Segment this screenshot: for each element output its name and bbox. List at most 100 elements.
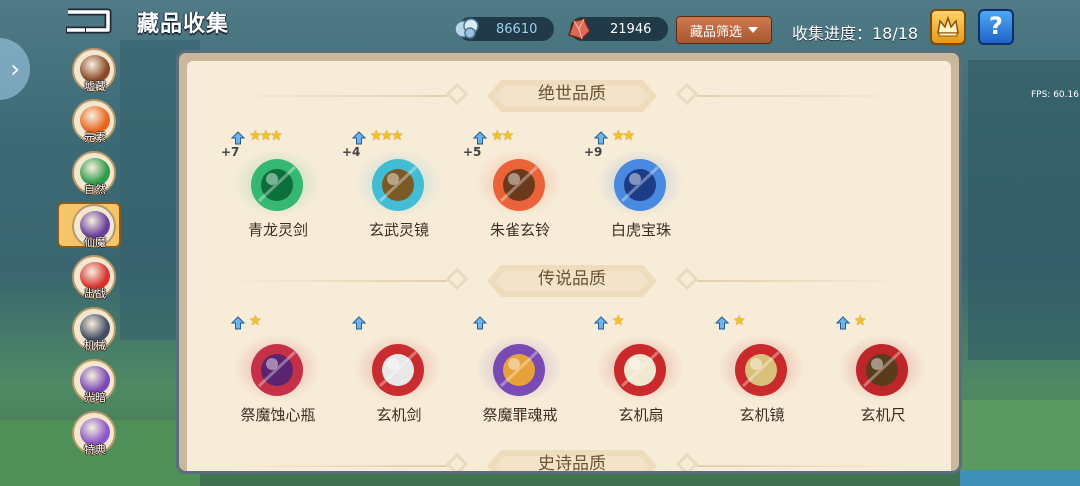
- chevron-down-icon: [748, 27, 758, 33]
- silver-ore-icon: [454, 18, 479, 39]
- star-rating: ★★★: [370, 128, 404, 144]
- crown-icon: [937, 15, 959, 37]
- section-divider: [227, 465, 447, 467]
- treasure-icon: [735, 344, 787, 396]
- category-label: 光暗: [84, 391, 106, 404]
- diamond-ornament: [445, 82, 469, 106]
- category-7[interactable]: 特典: [72, 411, 116, 456]
- diamond-ornament: [675, 267, 699, 291]
- upgrade-arrow-icon: [473, 316, 487, 330]
- treasure-icon: [493, 344, 545, 396]
- upgrade-arrow-icon: [231, 316, 245, 330]
- section-title: 绝世品质: [538, 84, 606, 104]
- collection-item[interactable]: ★ 玄机镜: [707, 313, 817, 426]
- collection-item[interactable]: +9 ★★ 白虎宝珠: [584, 128, 696, 241]
- collection-item[interactable]: 玄机剑: [344, 316, 454, 426]
- star-rating: ★★: [491, 128, 514, 144]
- side-expand-button[interactable]: ›: [0, 38, 30, 100]
- treasure-icon: [372, 344, 424, 396]
- section-divider: [697, 280, 907, 282]
- category-0[interactable]: 墟藏: [72, 48, 116, 93]
- section-header: 绝世品质: [187, 76, 951, 116]
- item-level: +4: [342, 145, 361, 159]
- item-level: +9: [584, 145, 603, 159]
- section-header: 史诗品质: [187, 446, 951, 471]
- collection-item[interactable]: +7 ★★★ 青龙灵剑: [221, 128, 333, 241]
- collection-item[interactable]: ★ 玄机扇: [586, 313, 696, 426]
- upgrade-arrow-icon: [352, 131, 366, 145]
- collection-item[interactable]: +4 ★★★ 玄武灵镜: [342, 128, 454, 241]
- filter-dropdown[interactable]: 藏品筛选: [676, 16, 772, 44]
- section-title: 传说品质: [538, 269, 606, 289]
- section-title: 史诗品质: [538, 454, 606, 471]
- currency-red-value: 21946: [610, 21, 652, 37]
- page-title: 藏品收集: [137, 12, 230, 37]
- collection-item[interactable]: 祭魔罪魂戒: [465, 316, 575, 426]
- category-label: 特典: [84, 443, 106, 456]
- star-rating: ★★★: [249, 128, 283, 144]
- diamond-ornament: [445, 452, 469, 471]
- collection-item[interactable]: +5 ★★ 朱雀玄铃: [463, 128, 575, 241]
- star-rating: ★: [612, 313, 624, 329]
- upgrade-arrow-icon: [231, 131, 245, 145]
- background-pillar: [968, 60, 1080, 360]
- section-divider: [697, 95, 907, 97]
- star-rating: ★: [249, 313, 261, 329]
- star-rating: ★: [733, 313, 745, 329]
- help-button[interactable]: ?: [978, 9, 1014, 45]
- upgrade-arrow-icon: [473, 131, 487, 145]
- collection-item[interactable]: ★ 玄机尺: [828, 313, 938, 426]
- section-divider: [227, 95, 447, 97]
- item-name: 白虎宝珠: [610, 221, 671, 239]
- chevron-right-icon: ›: [10, 55, 20, 83]
- star-rating: ★: [854, 313, 866, 329]
- treasure-icon: [614, 344, 666, 396]
- category-label: 仙魔: [84, 236, 106, 249]
- upgrade-arrow-icon: [352, 316, 366, 330]
- diamond-ornament: [675, 452, 699, 471]
- diamond-ornament: [445, 267, 469, 291]
- currency-red: 21946: [568, 17, 668, 41]
- category-1[interactable]: 元素: [72, 99, 116, 144]
- item-name: 玄机尺: [860, 406, 906, 424]
- section-divider: [227, 280, 447, 282]
- category-label: 机械: [84, 339, 106, 352]
- crown-button[interactable]: [930, 9, 966, 45]
- currency-blue-value: 86610: [496, 21, 538, 37]
- background-water: [960, 470, 1080, 486]
- treasure-icon: [251, 344, 303, 396]
- item-level: +7: [221, 145, 240, 159]
- collection-progress: 收集进度：18/18: [792, 24, 919, 43]
- treasure-icon: [251, 159, 303, 211]
- upgrade-arrow-icon: [715, 316, 729, 330]
- treasure-icon: [856, 344, 908, 396]
- section-divider: [697, 465, 907, 467]
- category-5[interactable]: 机械: [72, 307, 116, 352]
- filter-label: 藏品筛选: [689, 24, 742, 40]
- section-header: 传说品质: [187, 261, 951, 301]
- category-label: 出战: [84, 287, 106, 300]
- category-6[interactable]: 光暗: [72, 359, 116, 404]
- category-2[interactable]: 自然: [72, 151, 116, 196]
- category-label: 元素: [84, 131, 106, 144]
- category-label: 墟藏: [84, 80, 106, 93]
- upgrade-arrow-icon: [594, 316, 608, 330]
- treasure-icon: [372, 159, 424, 211]
- upgrade-arrow-icon: [836, 316, 850, 330]
- treasure-icon: [614, 159, 666, 211]
- category-4[interactable]: 出战: [72, 255, 116, 300]
- collection-item[interactable]: ★ 祭魔蚀心瓶: [223, 313, 333, 426]
- treasure-icon: [493, 159, 545, 211]
- category-3[interactable]: 仙魔: [72, 204, 116, 249]
- collection-panel-content[interactable]: 绝世品质 +7 ★★★ 青龙灵剑 +4 ★★★ 玄武灵镜 +5 ★★ 朱雀玄铃 +9 ★★ 白虎宝珠 传说…: [187, 61, 951, 471]
- diamond-ornament: [675, 82, 699, 106]
- item-level: +5: [463, 145, 482, 159]
- back-icon[interactable]: [62, 6, 114, 36]
- category-label: 自然: [84, 183, 106, 196]
- star-rating: ★★: [612, 128, 635, 144]
- fps-counter: FPS: 60.16: [1031, 90, 1079, 100]
- currency-blue: 86610: [454, 17, 554, 41]
- collection-panel: 绝世品质 +7 ★★★ 青龙灵剑 +4 ★★★ 玄武灵镜 +5 ★★ 朱雀玄铃 +9 ★★ 白虎宝珠 传说…: [176, 50, 962, 474]
- red-crystal-icon: [568, 18, 591, 40]
- upgrade-arrow-icon: [594, 131, 608, 145]
